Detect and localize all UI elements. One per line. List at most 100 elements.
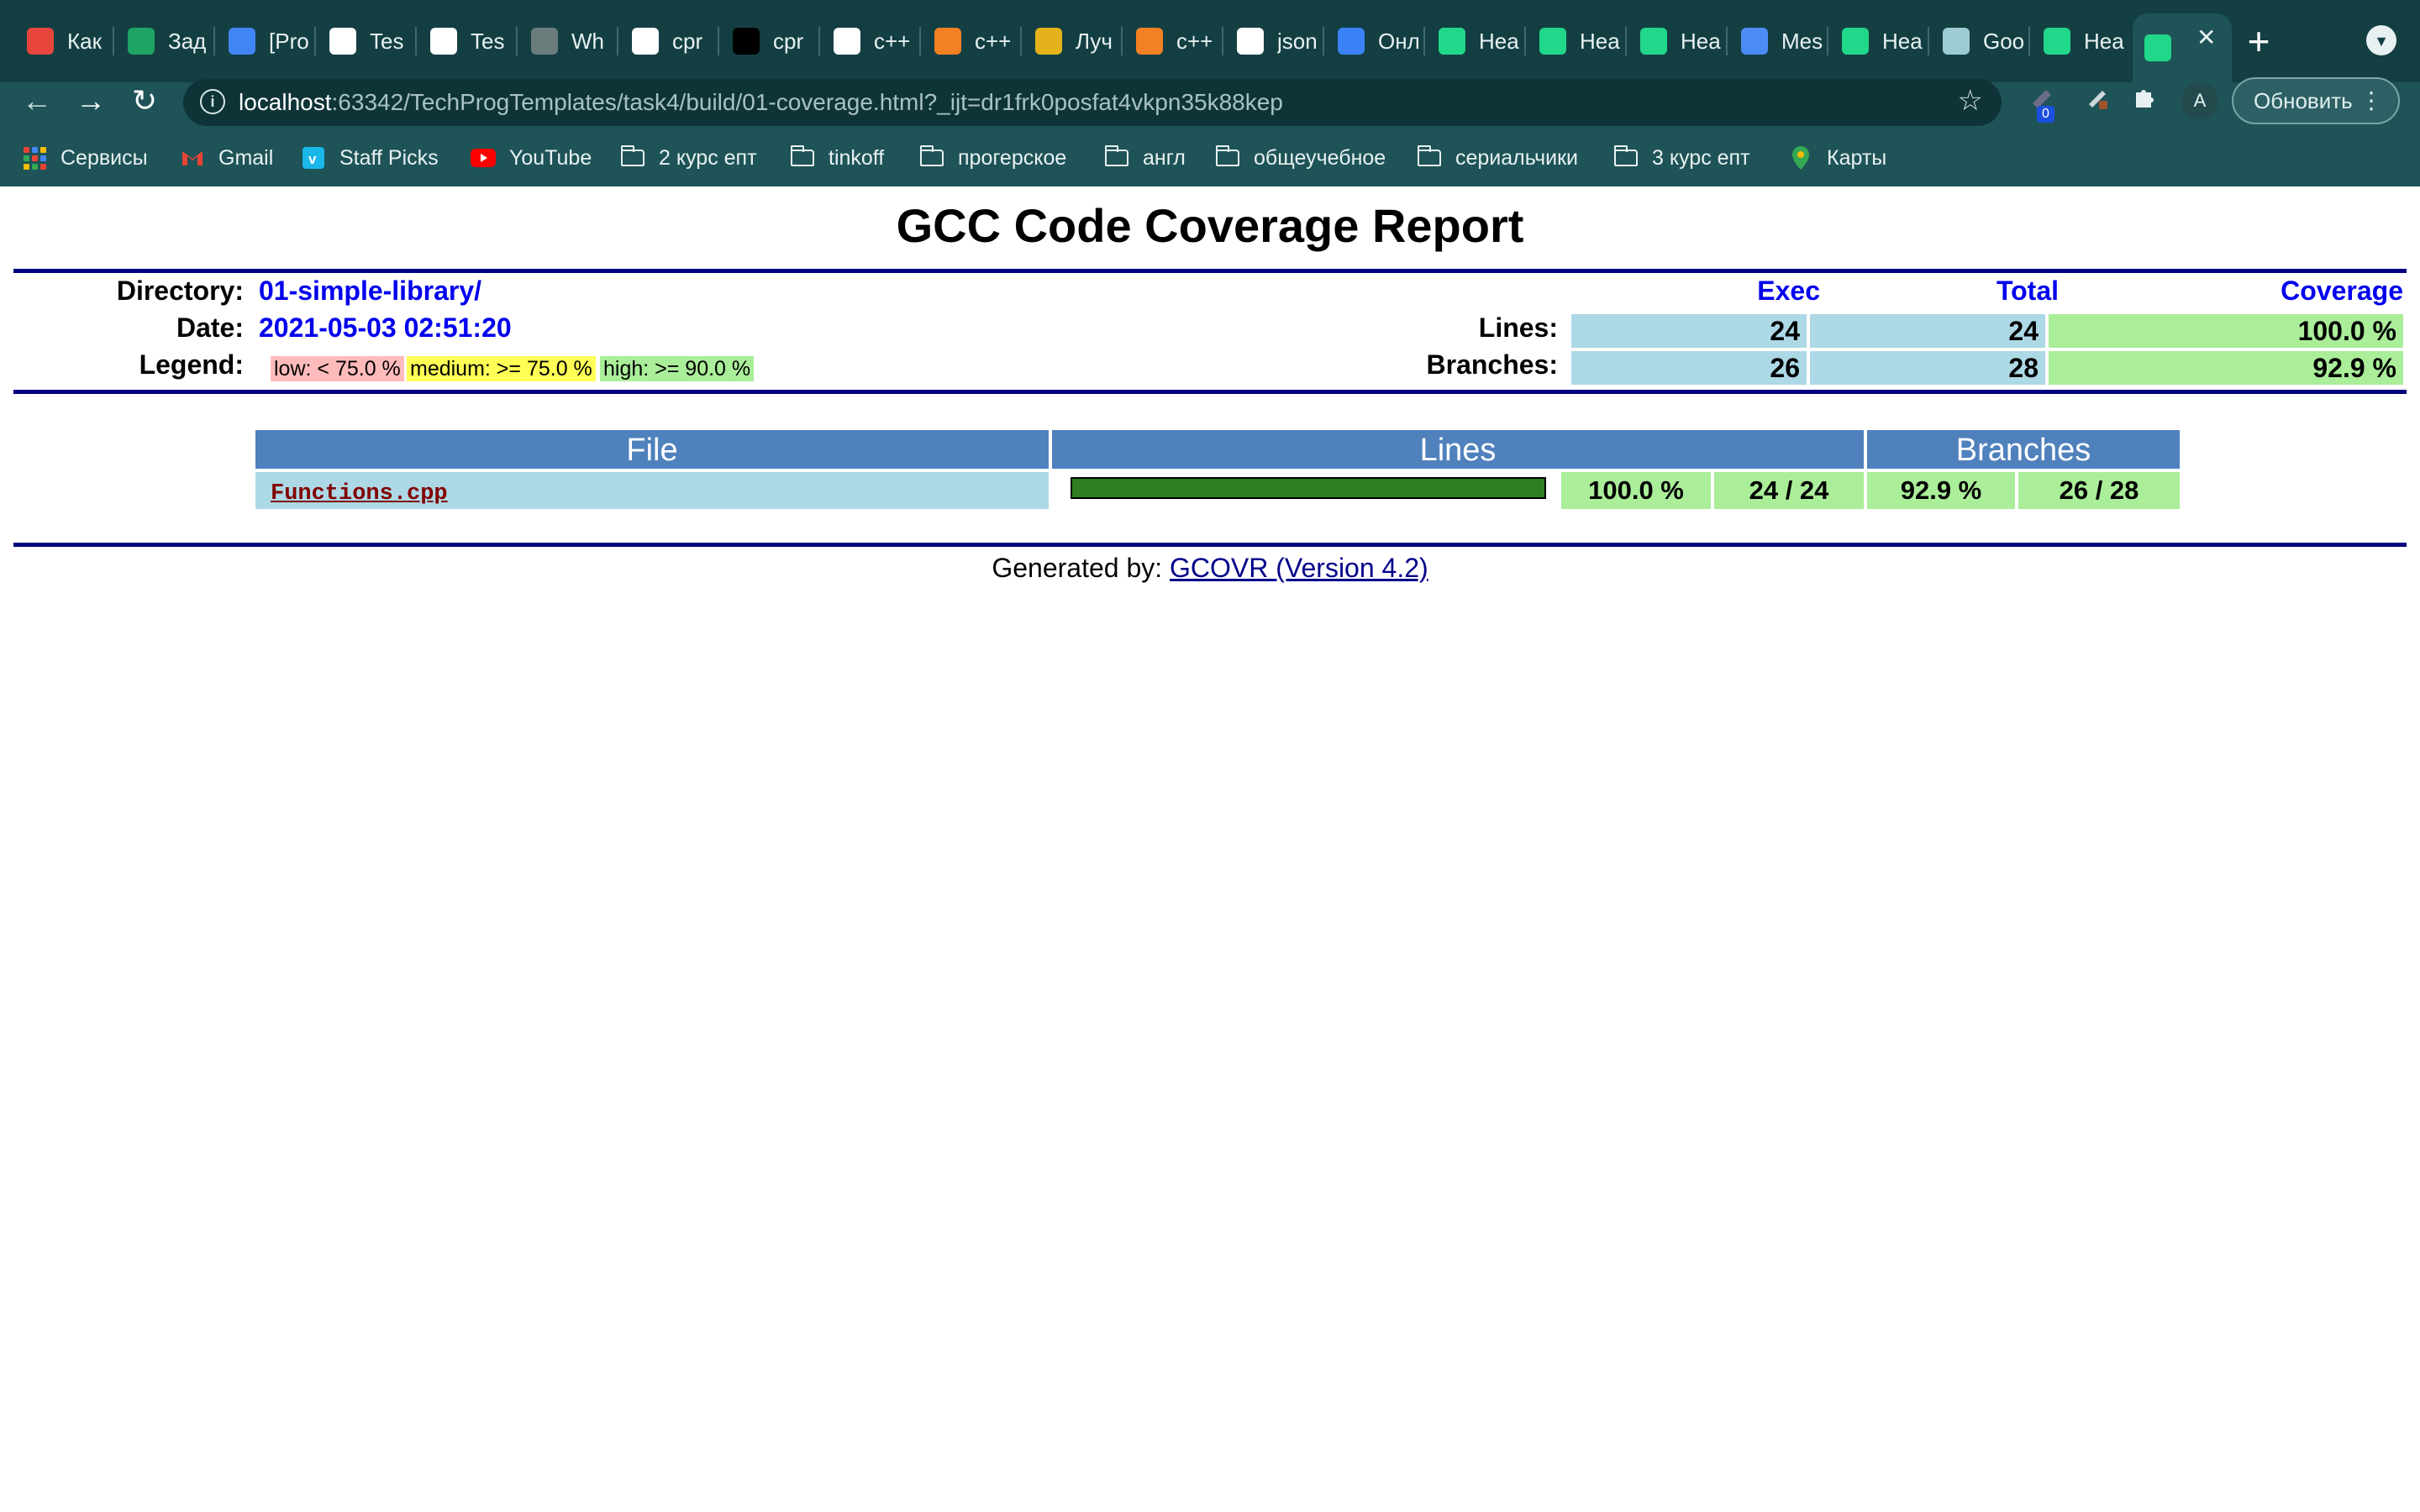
tab-12[interactable]: json [1225, 18, 1319, 64]
google-icon [632, 28, 659, 55]
tab-label: Tes [370, 28, 404, 54]
clion-icon [2044, 28, 2070, 55]
footer: Generated by: GCOVR (Version 4.2) [13, 553, 2407, 584]
tab-1[interactable]: Зад [116, 18, 210, 64]
google-drive-icon [128, 28, 155, 55]
tab-15[interactable]: Hea [1528, 18, 1622, 64]
bookmark-7[interactable]: англ [1104, 143, 1186, 173]
tab-21[interactable] [2133, 13, 2232, 82]
maps-pin-icon [1788, 146, 1813, 170]
tab-13[interactable]: Онл [1326, 18, 1420, 64]
bookmark-2[interactable]: v Staff Picks [301, 143, 439, 173]
url-text[interactable]: localhost:63342/TechProgTemplates/task4/… [239, 89, 1283, 116]
tab-14[interactable]: Hea [1427, 18, 1521, 64]
code-icon [27, 28, 54, 55]
tab-6[interactable]: cpr [620, 18, 714, 64]
new-tab-button[interactable]: + [2238, 18, 2279, 64]
google-colab-icon [1943, 28, 1970, 55]
bookmark-11[interactable]: Карты [1788, 143, 1886, 173]
tab-17[interactable]: Mes [1729, 18, 1823, 64]
tab-separator [1625, 27, 1627, 55]
back-button[interactable]: ← [17, 81, 57, 121]
branches-column-header: Branches [1867, 430, 2180, 469]
clion-icon [1439, 28, 1465, 55]
tab-separator [919, 27, 921, 55]
bookmark-4[interactable]: 2 курс епт [620, 143, 757, 173]
tab-19[interactable]: Goo [1931, 18, 2025, 64]
bookmark-6[interactable]: прогерское [919, 143, 1066, 173]
tab-8[interactable]: c++ [822, 18, 916, 64]
brush-extension-icon[interactable] [2079, 84, 2116, 121]
tab-label: c++ [874, 28, 911, 54]
reload-button[interactable]: ↻ [124, 81, 165, 121]
coverage-column-header: Coverage [2281, 276, 2403, 306]
address-bar[interactable]: i localhost:63342/TechProgTemplates/task… [183, 79, 2002, 126]
tab-0[interactable]: Как [15, 18, 109, 64]
lines-total-value: 24 [1810, 314, 2045, 348]
tab-label: cpr [672, 28, 703, 54]
forward-button[interactable]: → [71, 81, 111, 121]
apps-grid-icon [22, 146, 47, 170]
tab-5[interactable]: Wh [519, 18, 613, 64]
menu-dots-icon[interactable]: ⋮ [2360, 79, 2383, 123]
stackoverflow-icon [934, 28, 961, 55]
folder-icon [919, 145, 944, 168]
bookmark-label: Staff Picks [339, 145, 439, 170]
bookmarks-bar: Сервисы Gmail v Staff Picks YouTube 2 курс еп… [0, 138, 2420, 176]
directory-value: 01-simple-library/ [259, 276, 481, 306]
tab-label: cpr [773, 28, 804, 54]
gcovr-link[interactable]: GCOVR (Version 4.2) [1170, 553, 1428, 583]
branches-label: Branches: [1426, 349, 1559, 380]
tab-label: Tes [471, 28, 505, 54]
tab-7[interactable]: cpr [721, 18, 815, 64]
html-icon [1338, 28, 1365, 55]
google-icon [1237, 28, 1264, 55]
tab-3[interactable]: Tes [318, 18, 412, 64]
tab-20[interactable]: Hea [2032, 18, 2126, 64]
bookmark-8[interactable]: общеучебное [1215, 143, 1386, 173]
tab-4[interactable]: Tes [418, 18, 513, 64]
extensions-puzzle-icon[interactable] [2126, 84, 2163, 121]
bookmark-3[interactable]: YouTube [471, 143, 592, 173]
tab-search-button[interactable]: ▼ [2366, 25, 2396, 55]
bookmark-star-icon[interactable]: ☆ [1958, 84, 1983, 118]
bookmark-0[interactable]: Сервисы [22, 143, 148, 173]
lines-label: Lines: [1478, 312, 1558, 343]
url-host: localhost [239, 89, 332, 115]
bookmark-label: 3 курс епт [1652, 145, 1750, 170]
lines-coverage-value: 100.0 % [2049, 314, 2403, 348]
site-info-icon[interactable]: i [200, 89, 225, 114]
tab-10[interactable]: Луч [1023, 18, 1118, 64]
tab-2[interactable]: [Pro [217, 18, 311, 64]
bookmark-5[interactable]: tinkoff [790, 143, 884, 173]
bookmark-label: англ [1143, 145, 1186, 170]
tab-label: Как [67, 28, 102, 54]
exec-column-header: Exec [1757, 276, 1820, 306]
tab-18[interactable]: Hea [1830, 18, 1924, 64]
legend-low: low: < 75.0 % [271, 356, 404, 381]
tab-11[interactable]: c++ [1124, 18, 1218, 64]
line-percent-cell: 100.0 % [1561, 472, 1711, 509]
page-title: GCC Code Coverage Report [896, 199, 1524, 252]
tab-label: Hea [1681, 28, 1721, 54]
tab-separator [1524, 27, 1526, 55]
bookmark-1[interactable]: Gmail [180, 143, 273, 173]
tab-16[interactable]: Hea [1628, 18, 1723, 64]
date-label: Date: [176, 312, 244, 343]
footer-prefix: Generated by: [992, 553, 1171, 583]
tab-label: c++ [975, 28, 1012, 54]
close-tab-icon[interactable]: ✕ [2196, 24, 2216, 51]
tab-separator [415, 27, 417, 55]
tab-separator [1323, 27, 1324, 55]
tab-label: Hea [1882, 28, 1923, 54]
bookmark-10[interactable]: 3 курс епт [1613, 143, 1750, 173]
legend-high: high: >= 90.0 % [600, 356, 755, 381]
folder-icon [1417, 145, 1442, 168]
bookmark-9[interactable]: сериальчики [1417, 143, 1578, 173]
update-browser-button[interactable]: Обновить ⋮ [2232, 77, 2400, 124]
tab-9[interactable]: c++ [923, 18, 1017, 64]
profile-avatar[interactable]: A [2181, 82, 2218, 119]
file-link[interactable]: Functions.cpp [255, 481, 448, 507]
legend-label: Legend: [139, 349, 244, 380]
bookmark-label: Карты [1827, 145, 1887, 170]
